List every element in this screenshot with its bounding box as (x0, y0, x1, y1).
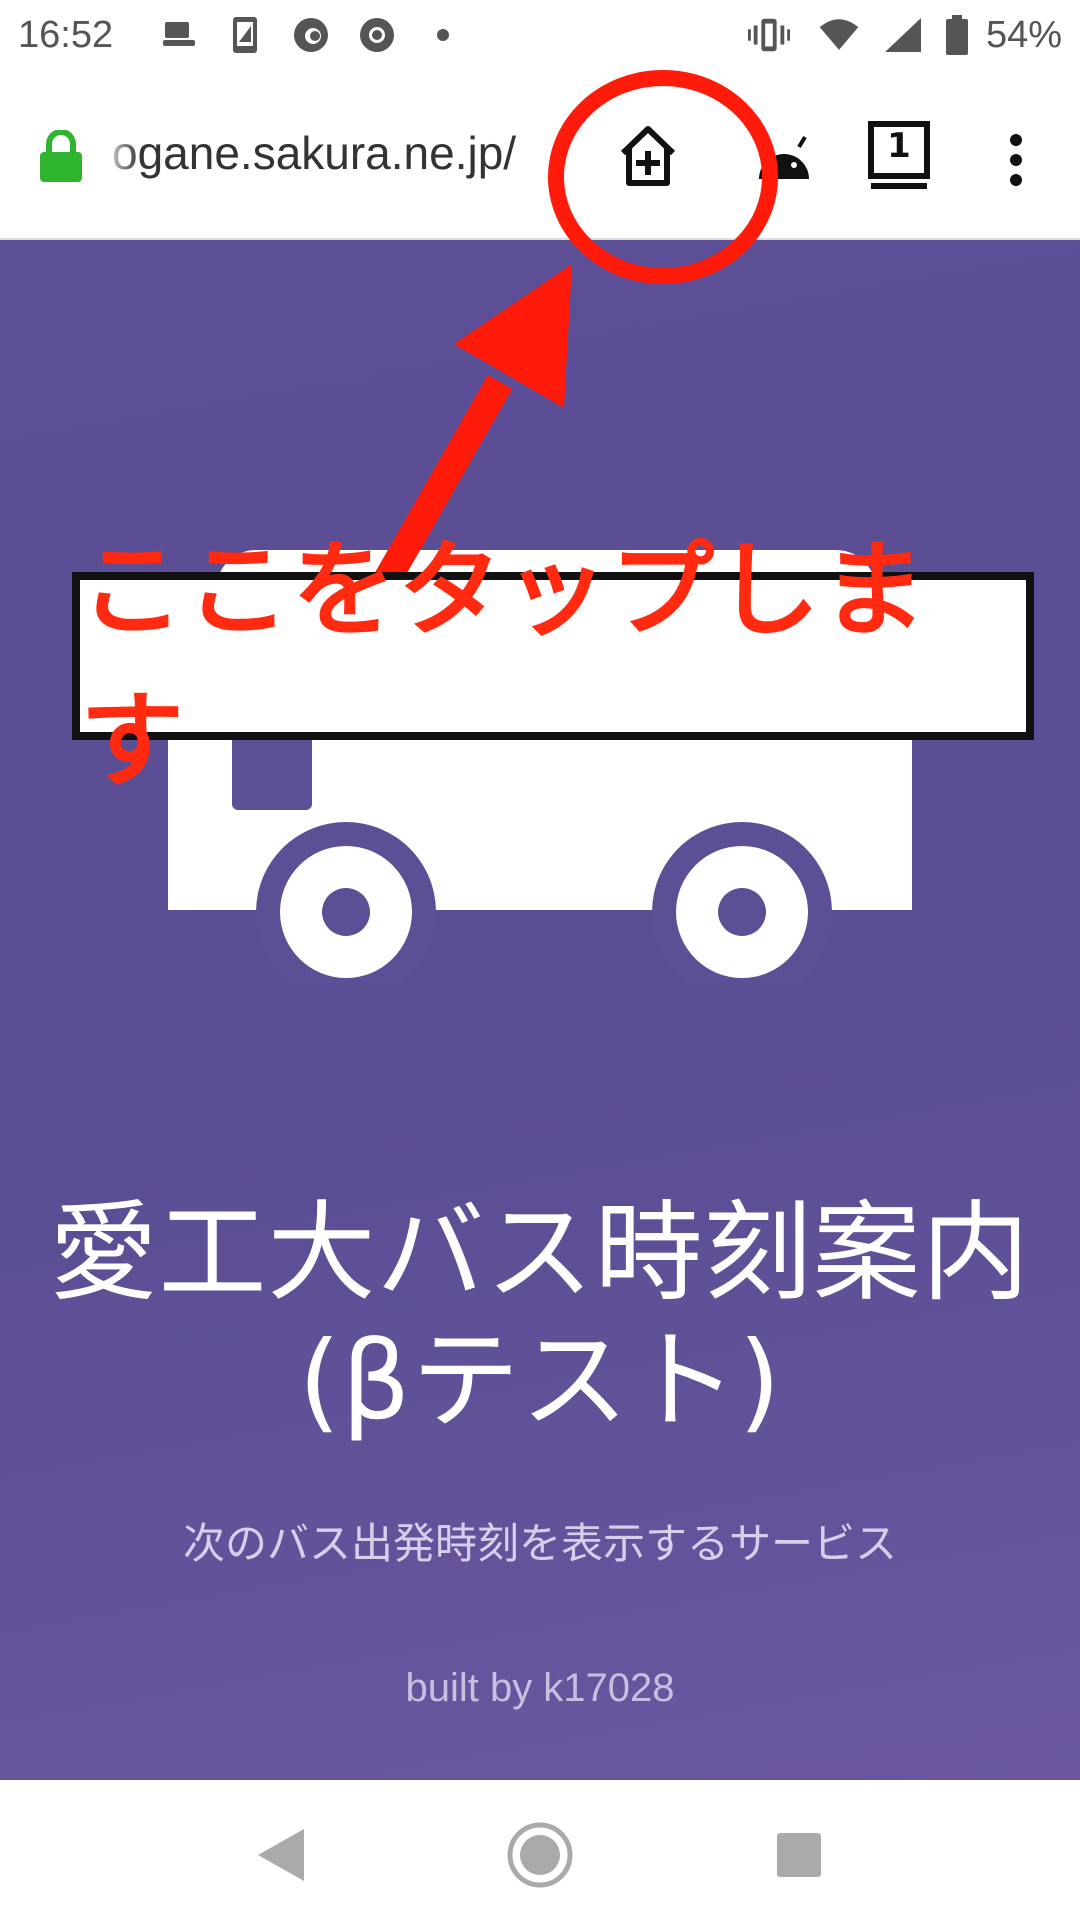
page-credit: built by k17028 (405, 1666, 675, 1710)
signal-icon (882, 14, 924, 56)
chrome-icon (356, 14, 398, 56)
home-icon[interactable] (505, 1820, 575, 1890)
phone-icon (224, 14, 266, 56)
page-title-line2: (βテスト) (298, 1319, 782, 1444)
battery-icon (936, 14, 978, 56)
tab-switcher-icon[interactable]: 1 (864, 116, 934, 196)
page-title: 愛工大バス時刻案内 (βテスト) (0, 1190, 1080, 1446)
page-subtitle: 次のバス出発時刻を表示するサービス (182, 1519, 897, 1568)
dot-icon (422, 14, 464, 56)
status-time: 16:52 (18, 14, 114, 56)
battery-percentage: 54% (985, 14, 1062, 56)
cast-icon (158, 14, 200, 56)
annotation-callout: ここをタップします (72, 529, 1034, 802)
recents-icon[interactable] (764, 1820, 834, 1890)
firefox-icon (290, 14, 332, 56)
status-bar: 16:52 54% (0, 0, 1080, 72)
lock-icon[interactable] (38, 129, 84, 182)
page-title-line1: 愛工大バス時刻案内 (49, 1191, 1031, 1316)
back-icon[interactable] (246, 1820, 316, 1890)
annotation-text: ここをタップします (80, 529, 929, 802)
more-menu-icon[interactable] (996, 120, 1036, 200)
vibrate-icon (748, 14, 790, 56)
navigation-bar (0, 1780, 1080, 1920)
browser-toolbar: ogane.sakura.ne.jp/ 1 (0, 72, 1080, 240)
tab-count: 1 (887, 126, 911, 166)
url-field[interactable]: ogane.sakura.ne.jp/ (112, 126, 572, 180)
wifi-icon (818, 14, 860, 56)
